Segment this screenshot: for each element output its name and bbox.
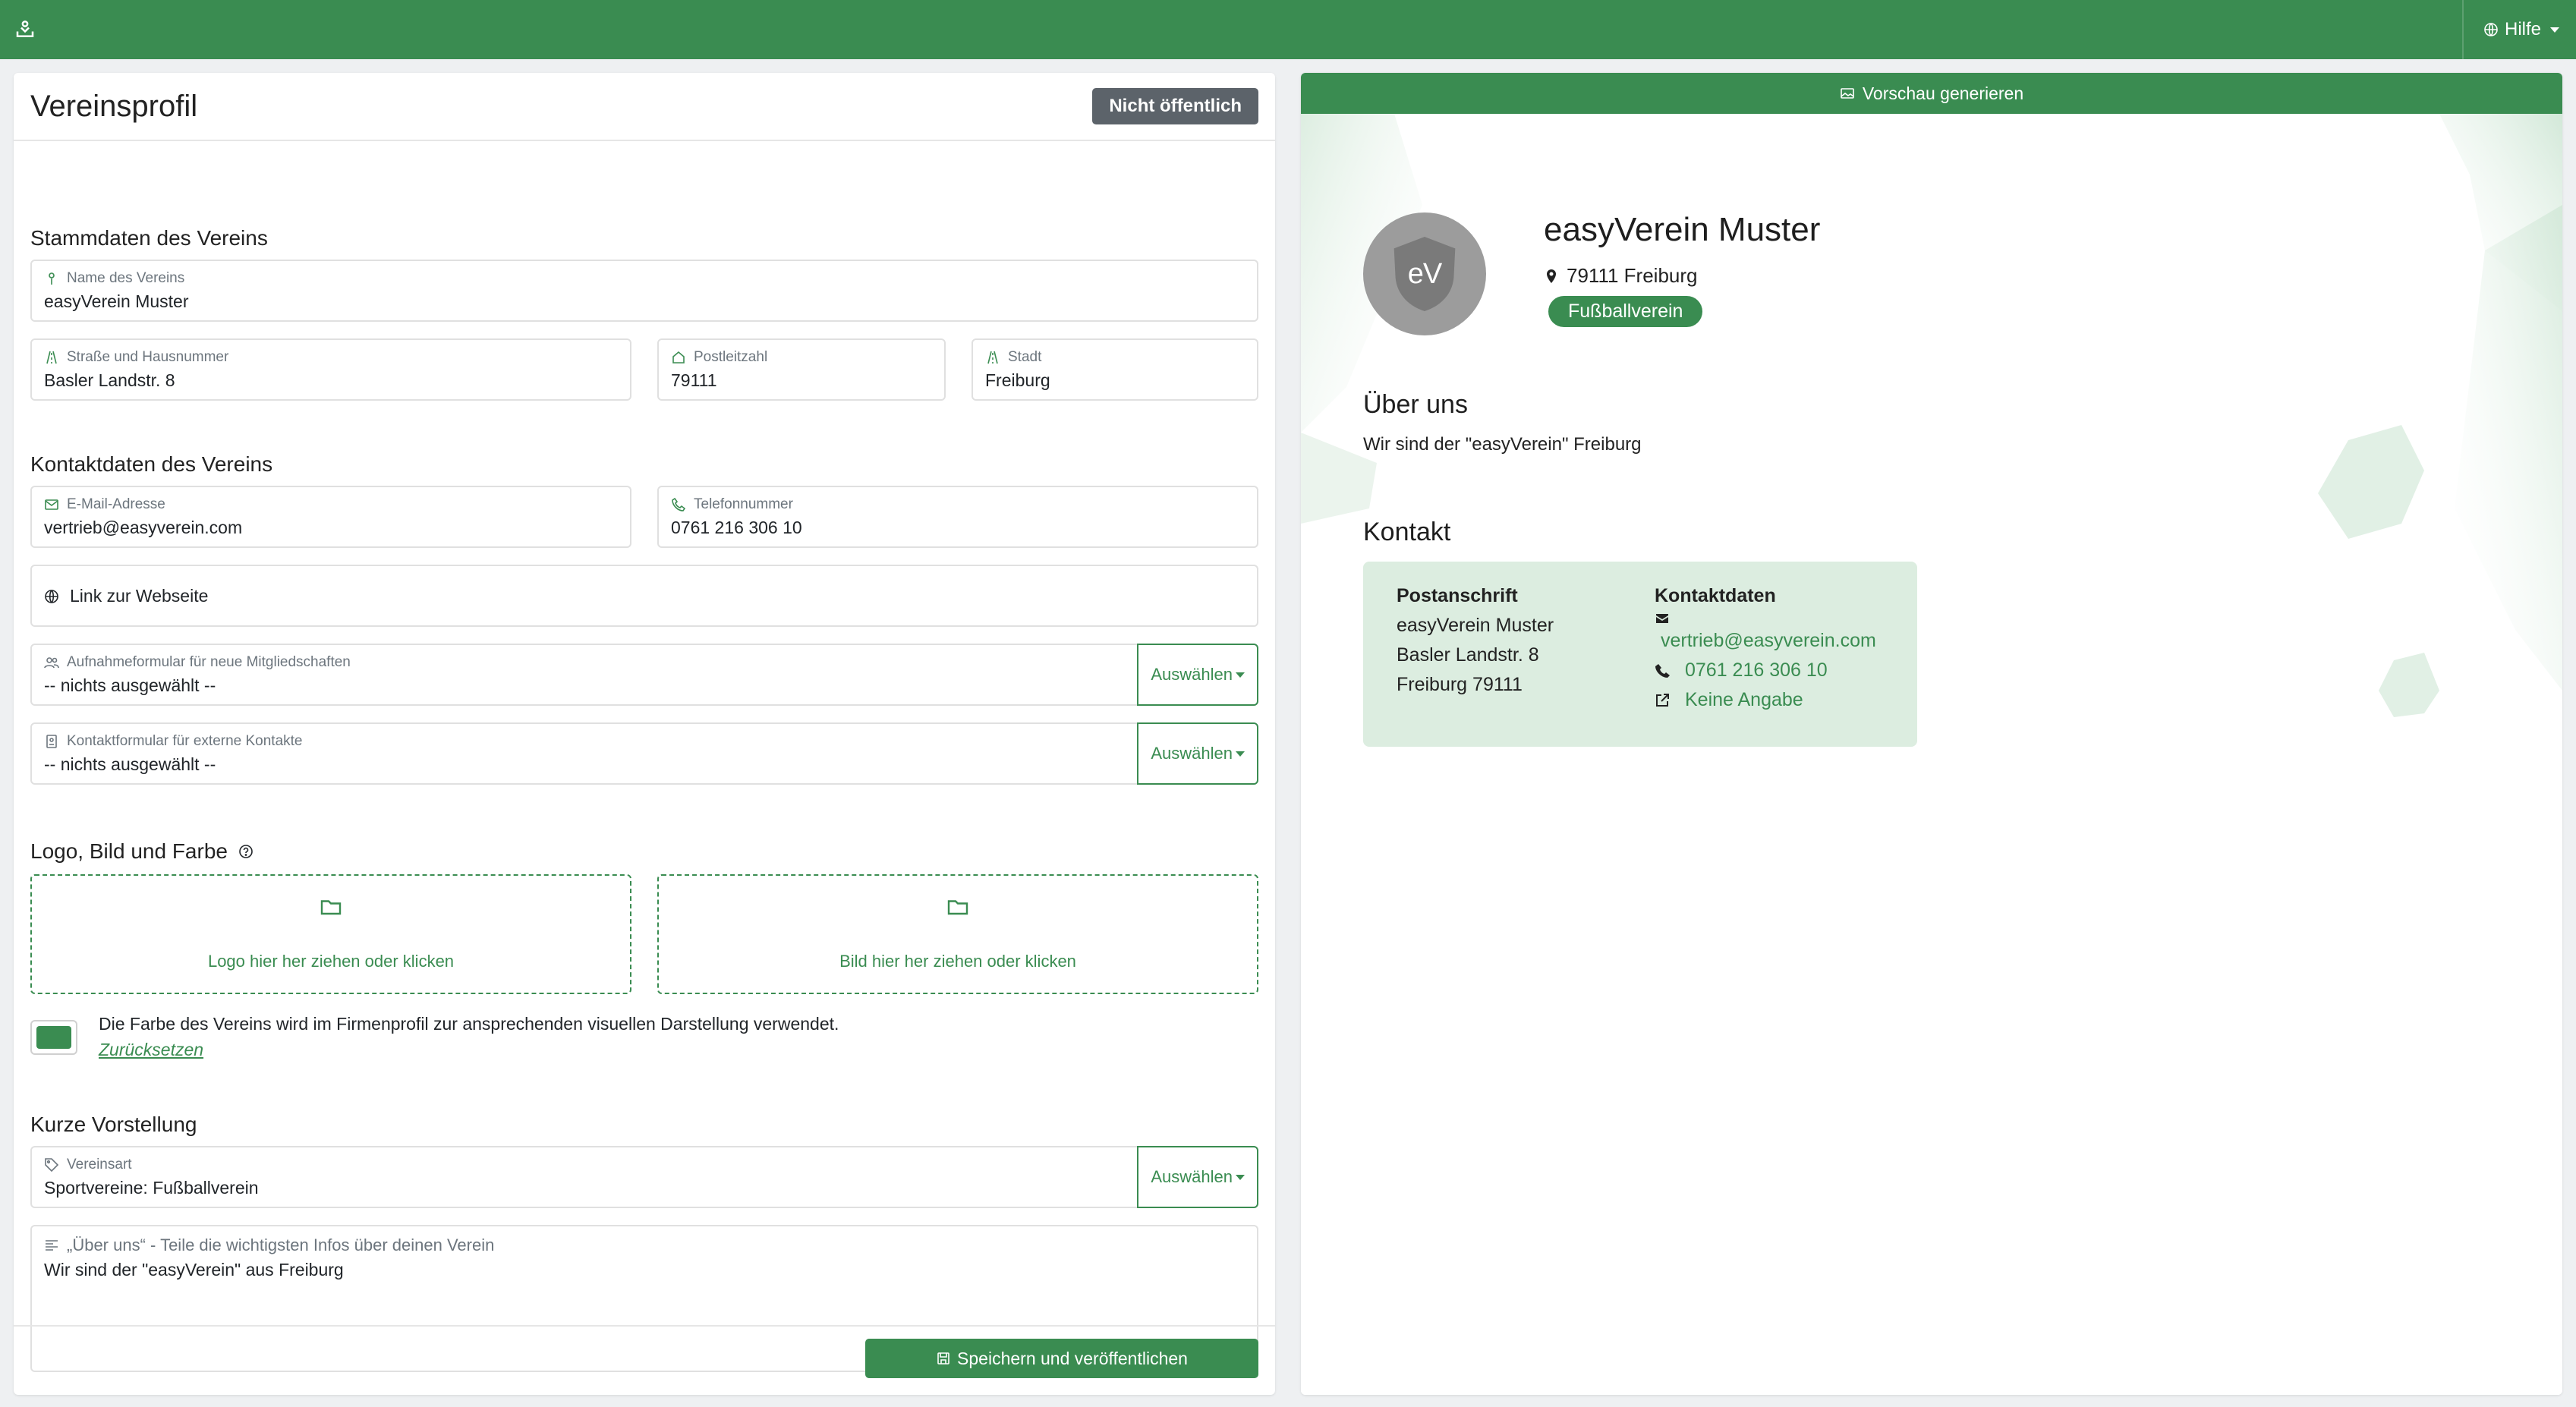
chevron-down-icon	[1236, 672, 1245, 678]
city-field[interactable]: Stadt Freiburg	[972, 338, 1258, 401]
email-field[interactable]: E-Mail-Adresse vertrieb@easyverein.com	[30, 486, 631, 548]
select-membership-form-button[interactable]: Auswählen	[1137, 644, 1258, 706]
preview-club-name: easyVerein Muster	[1544, 211, 1821, 248]
preview-card: Vorschau generieren eV easyVerein Muster…	[1301, 73, 2562, 1395]
contact-box: Postanschrift easyVerein Muster Basler L…	[1363, 562, 1917, 747]
house-icon	[671, 350, 686, 365]
image-dropzone[interactable]: Bild hier her ziehen oder klicken	[657, 874, 1258, 994]
contact-details: Kontaktdaten vertrieb@easyverein.com 076…	[1655, 581, 1876, 715]
save-publish-button[interactable]: Speichern und veröffentlichen	[865, 1339, 1258, 1378]
help-label: Hilfe	[2504, 19, 2541, 39]
preview-email-link[interactable]: vertrieb@easyverein.com	[1661, 626, 1876, 656]
about-label: „Über uns“ - Teile die wichtigsten Infos…	[67, 1235, 495, 1254]
select-contact-form-button[interactable]: Auswählen	[1137, 722, 1258, 785]
profile-preview: eV easyVerein Muster 79111 Freiburg Fußb…	[1301, 114, 2562, 1395]
contact-form-select[interactable]: Kontaktformular für externe Kontakte -- …	[30, 722, 1258, 785]
phone-icon	[1655, 663, 1670, 678]
zip-field[interactable]: Postleitzahl 79111	[657, 338, 946, 401]
membership-form-value: -- nichts ausgewählt --	[44, 675, 216, 695]
about-value: Wir sind der "easyVerein" aus Freiburg	[44, 1260, 344, 1280]
app-logo-icon[interactable]	[12, 17, 38, 42]
text-align-icon	[44, 1238, 59, 1253]
club-name-field[interactable]: Name des Vereins easyVerein Muster	[30, 260, 1258, 322]
image-dropzone-text: Bild hier her ziehen oder klicken	[839, 952, 1076, 971]
top-navbar: Hilfe	[0, 0, 2576, 59]
club-name-value: easyVerein Muster	[44, 291, 189, 311]
decorative-hexagons	[1301, 114, 2562, 717]
users-icon	[44, 655, 59, 670]
street-field[interactable]: Straße und Hausnummer Basler Landstr. 8	[30, 338, 631, 401]
membership-form-select[interactable]: Aufnahmeformular für neue Mitgliedschaft…	[30, 644, 1258, 706]
zip-value: 79111	[671, 370, 717, 390]
road-icon	[44, 350, 59, 365]
external-link-icon	[1655, 693, 1670, 708]
color-description: Die Farbe des Vereins wird im Firmenprof…	[99, 1014, 839, 1034]
preview-website-link[interactable]: Keine Angabe	[1685, 685, 1803, 715]
postal-address: Postanschrift easyVerein Muster Basler L…	[1397, 585, 1554, 695]
profile-form-card: Vereinsprofil Nicht öffentlich Stammdate…	[14, 73, 1275, 1395]
logo-dropzone[interactable]: Logo hier her ziehen oder klicken	[30, 874, 631, 994]
chevron-down-icon	[2550, 27, 2559, 33]
email-value: vertrieb@easyverein.com	[44, 518, 243, 537]
folder-icon	[946, 896, 969, 923]
section-title-media: Logo, Bild und Farbe	[30, 839, 257, 864]
tag-icon	[44, 1157, 59, 1172]
envelope-icon	[1655, 611, 1670, 626]
envelope-icon	[44, 497, 59, 512]
club-type-select[interactable]: Vereinsart Sportvereine: Fußballverein A…	[30, 1146, 1258, 1208]
image-icon	[1840, 86, 1855, 101]
street-value: Basler Landstr. 8	[44, 370, 175, 390]
globe-icon	[44, 589, 59, 604]
about-text: Wir sind der "easyVerein" Freiburg	[1363, 434, 1642, 455]
avatar-initials: eV	[1407, 257, 1442, 290]
visibility-badge[interactable]: Nicht öffentlich	[1092, 88, 1258, 124]
section-title-stammdaten: Stammdaten des Vereins	[30, 226, 268, 250]
website-placeholder: Link zur Webseite	[70, 586, 209, 606]
preview-location: 79111 Freiburg	[1544, 264, 1697, 288]
card-header: Vereinsprofil Nicht öffentlich	[14, 73, 1275, 141]
contact-card-icon	[44, 734, 59, 749]
globe-icon	[2483, 22, 2499, 37]
preview-phone-link[interactable]: 0761 216 306 10	[1685, 656, 1828, 685]
reset-color-link[interactable]: Zurücksetzen	[99, 1040, 203, 1060]
club-type-value: Sportvereine: Fußballverein	[44, 1178, 259, 1198]
page-title: Vereinsprofil	[30, 89, 198, 123]
select-club-type-button[interactable]: Auswählen	[1137, 1146, 1258, 1208]
footer-divider	[14, 1325, 1275, 1327]
phone-icon	[671, 497, 686, 512]
map-pin-icon	[1544, 269, 1559, 284]
logo-dropzone-text: Logo hier her ziehen oder klicken	[207, 952, 455, 971]
contact-heading: Kontakt	[1363, 518, 1451, 546]
chevron-down-icon	[1236, 751, 1245, 757]
road-icon	[985, 350, 1000, 365]
question-circle-icon[interactable]	[235, 841, 257, 862]
city-value: Freiburg	[985, 370, 1050, 390]
phone-value: 0761 216 306 10	[671, 518, 802, 537]
color-picker[interactable]	[30, 1020, 77, 1055]
section-title-intro: Kurze Vorstellung	[30, 1113, 197, 1136]
generate-preview-button[interactable]: Vorschau generieren	[1301, 73, 2562, 114]
contact-form-value: -- nichts ausgewählt --	[44, 754, 216, 774]
save-icon	[936, 1351, 951, 1366]
website-input[interactable]: Link zur Webseite	[30, 565, 1258, 627]
section-title-kontakt: Kontaktdaten des Vereins	[30, 452, 273, 476]
help-menu[interactable]: Hilfe	[2461, 0, 2576, 59]
person-icon	[44, 271, 59, 286]
category-badge: Fußballverein	[1548, 296, 1703, 327]
folder-icon	[320, 896, 342, 923]
phone-field[interactable]: Telefonnummer 0761 216 306 10	[657, 486, 1258, 548]
color-swatch	[36, 1026, 71, 1049]
about-heading: Über uns	[1363, 390, 1468, 419]
club-avatar: eV	[1363, 212, 1486, 335]
chevron-down-icon	[1236, 1174, 1245, 1180]
